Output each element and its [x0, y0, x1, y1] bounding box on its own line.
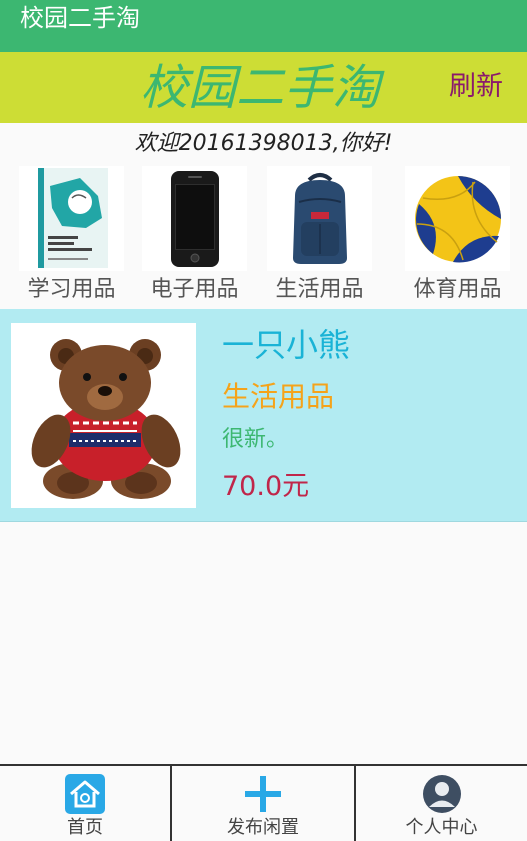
phone-icon: [142, 166, 247, 271]
refresh-button[interactable]: 刷新: [449, 70, 503, 104]
book-icon: [19, 166, 124, 271]
user-icon: [422, 774, 462, 814]
plus-icon: [243, 774, 283, 814]
home-icon: [65, 774, 105, 814]
item-description: 很新。: [222, 427, 289, 452]
category-sports[interactable]: 体育用品: [404, 166, 511, 307]
welcome-text: 欢迎20161398013,你好!: [134, 131, 393, 156]
teddy-bear-icon: [11, 323, 196, 508]
title-bar: 校园二手淘: [0, 0, 527, 52]
app-screen: 校园二手淘 校园二手淘 刷新 欢迎20161398013,你好! 学习用品 电子…: [0, 0, 527, 841]
item-card[interactable]: 一只小熊 生活用品 很新。 70.0元: [0, 309, 527, 522]
category-daily[interactable]: 生活用品: [266, 166, 373, 307]
category-label: 体育用品: [413, 277, 502, 302]
category-electronics[interactable]: 电子用品: [141, 166, 248, 307]
nav-label: 首页: [67, 817, 103, 838]
nav-label: 发布闲置: [227, 817, 299, 838]
nav-label: 个人中心: [405, 817, 478, 838]
brand-title: 校园二手淘: [140, 60, 381, 116]
app-title: 校园二手淘: [20, 4, 140, 32]
nav-profile[interactable]: 个人中心: [354, 766, 527, 841]
item-price: 70.0元: [222, 471, 310, 502]
backpack-icon: [267, 166, 372, 271]
nav-home[interactable]: 首页: [0, 766, 170, 841]
item-name: 一只小熊: [222, 326, 351, 364]
category-study[interactable]: 学习用品: [18, 166, 125, 307]
category-label: 生活用品: [275, 277, 364, 302]
item-category: 生活用品: [222, 380, 335, 413]
bottom-nav: 首页 发布闲置 个人中心: [0, 764, 527, 841]
category-label: 电子用品: [150, 277, 239, 302]
category-label: 学习用品: [27, 277, 116, 302]
volleyball-icon: [405, 166, 510, 271]
header-banner: 校园二手淘 刷新: [0, 52, 527, 123]
nav-publish[interactable]: 发布闲置: [170, 766, 354, 841]
